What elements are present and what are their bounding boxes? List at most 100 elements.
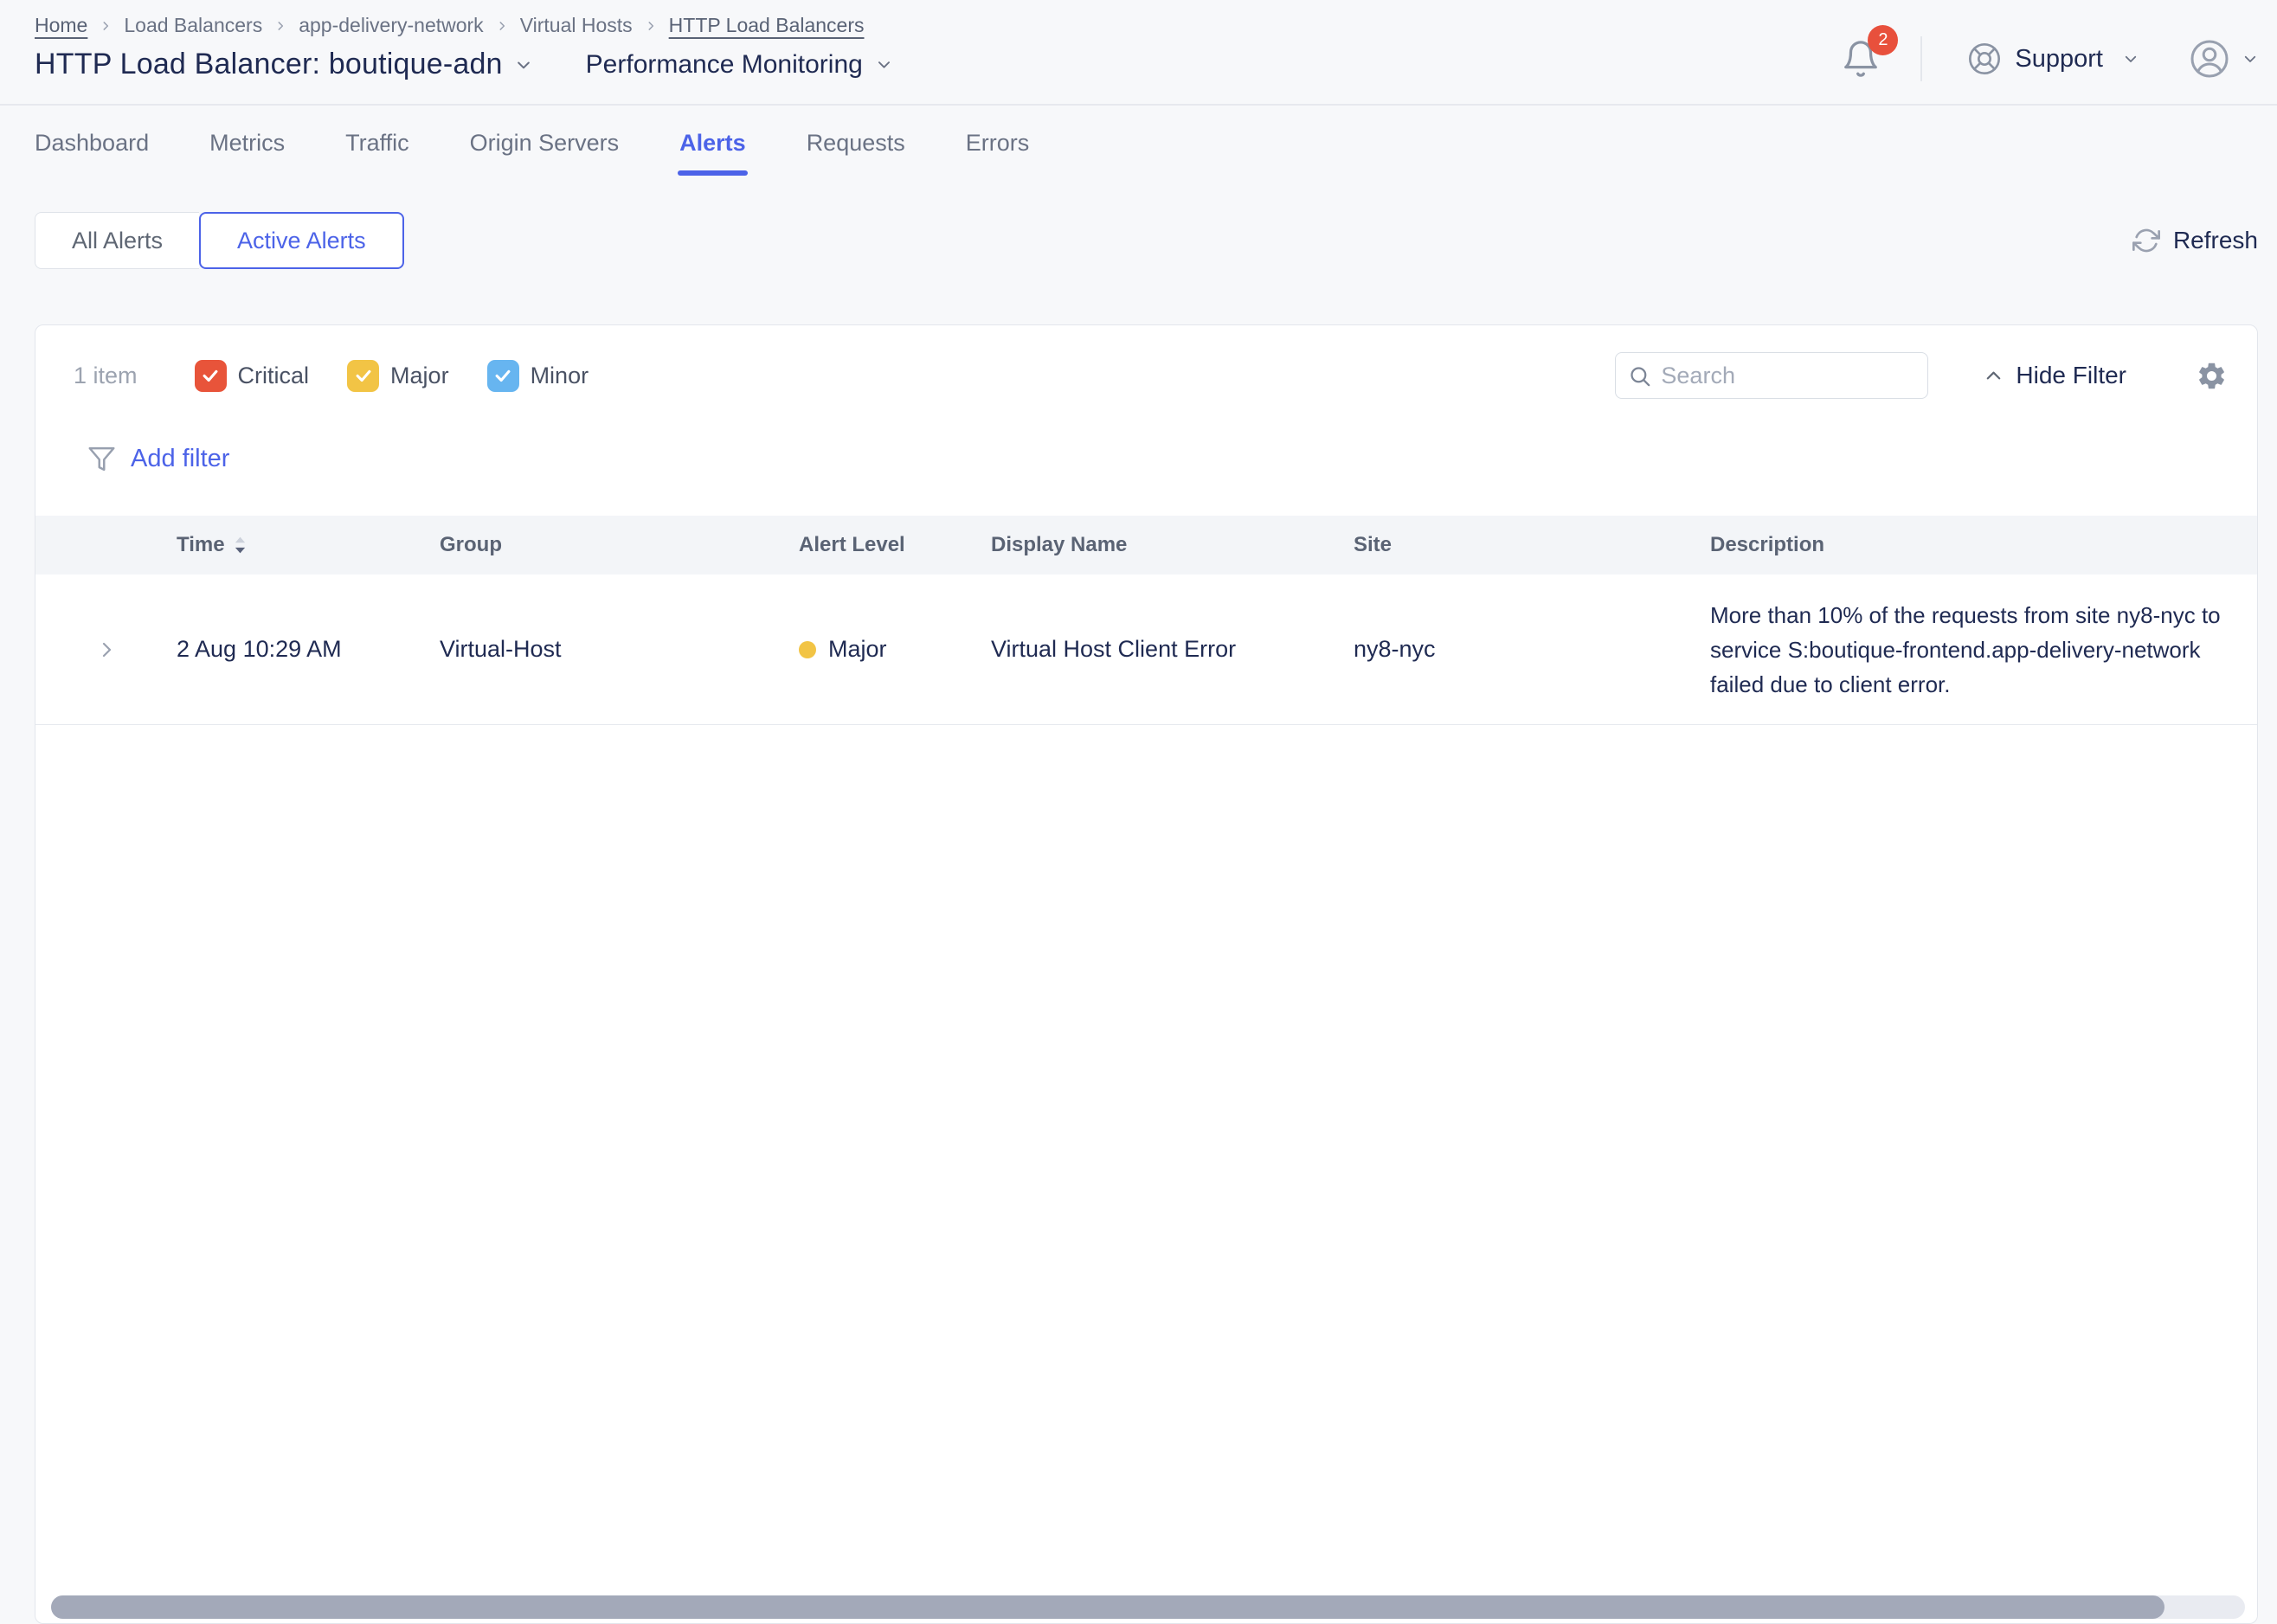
- title-dropdown[interactable]: [515, 56, 532, 74]
- severity-filter-group: Critical Major Minor: [195, 360, 589, 392]
- column-header-time[interactable]: Time: [177, 533, 440, 557]
- add-filter-button[interactable]: Add filter: [131, 445, 229, 473]
- chevron-right-icon: [100, 20, 112, 32]
- checkbox-label: Minor: [531, 363, 589, 389]
- search-wrap: [1615, 352, 1928, 399]
- account-menu[interactable]: [2189, 38, 2258, 80]
- search-input[interactable]: [1615, 352, 1928, 399]
- support-label: Support: [2015, 45, 2103, 74]
- header-left: Home Load Balancers app-delivery-network…: [35, 14, 892, 104]
- horizontal-scrollbar-track[interactable]: [51, 1595, 2245, 1619]
- cell-alert-level: Major: [799, 636, 991, 663]
- breadcrumb-load-balancers[interactable]: Load Balancers: [124, 14, 262, 37]
- chevron-right-icon: [645, 20, 657, 32]
- cell-display-name: Virtual Host Client Error: [991, 636, 1354, 663]
- all-alerts-button[interactable]: All Alerts: [35, 212, 199, 269]
- column-header-display-name: Display Name: [991, 533, 1354, 557]
- tab-label: Metrics: [209, 130, 285, 156]
- table-row: 2 Aug 10:29 AM Virtual-Host Major Virtua…: [35, 574, 2257, 725]
- tab-label: Errors: [966, 130, 1030, 156]
- column-header-group: Group: [440, 533, 799, 557]
- cell-group: Virtual-Host: [440, 636, 799, 663]
- item-count: 1 item: [74, 363, 138, 389]
- sort-triangles-icon: [234, 535, 247, 555]
- header-divider: [1920, 36, 1922, 81]
- page-title: HTTP Load Balancer: boutique-adn: [35, 48, 503, 81]
- tab-alerts[interactable]: Alerts: [679, 130, 746, 176]
- alerts-card: 1 item Critical Major Minor: [35, 324, 2258, 1624]
- breadcrumb-home[interactable]: Home: [35, 14, 87, 37]
- support-menu[interactable]: Support: [1967, 42, 2139, 76]
- user-circle-icon: [2189, 38, 2230, 80]
- check-icon: [201, 366, 220, 385]
- horizontal-scrollbar-thumb[interactable]: [51, 1595, 2164, 1619]
- notifications-button[interactable]: 2: [1841, 39, 1881, 79]
- filter-row: 1 item Critical Major Minor: [35, 325, 2257, 400]
- breadcrumb-http-load-balancers[interactable]: HTTP Load Balancers: [669, 14, 865, 37]
- top-header: Home Load Balancers app-delivery-network…: [0, 0, 2277, 106]
- refresh-button[interactable]: Refresh: [2132, 227, 2258, 254]
- tab-label: Dashboard: [35, 130, 149, 156]
- tab-traffic[interactable]: Traffic: [345, 130, 409, 176]
- tab-dashboard[interactable]: Dashboard: [35, 130, 149, 176]
- column-label: Time: [177, 533, 225, 557]
- major-severity-dot: [799, 641, 816, 658]
- tab-requests[interactable]: Requests: [807, 130, 905, 176]
- chevron-right-icon: [96, 639, 117, 660]
- alert-level-label: Major: [828, 636, 887, 663]
- tab-label: Requests: [807, 130, 905, 156]
- tab-label: Origin Servers: [470, 130, 620, 156]
- table-settings-button[interactable]: [2196, 360, 2228, 392]
- chevron-right-icon: [274, 20, 286, 32]
- chevron-down-icon: [515, 56, 532, 74]
- tab-origin-servers[interactable]: Origin Servers: [470, 130, 620, 176]
- tab-label: Traffic: [345, 130, 409, 156]
- checkbox-label: Major: [390, 363, 449, 389]
- chevron-down-icon: [2242, 51, 2258, 67]
- checkbox-box: [487, 360, 519, 392]
- hide-filter-button[interactable]: Hide Filter: [1984, 362, 2126, 389]
- row-expander[interactable]: [35, 639, 177, 660]
- alerts-toolbar: All Alerts Active Alerts Refresh: [0, 176, 2277, 269]
- cell-site: ny8-nyc: [1354, 636, 1710, 663]
- active-alerts-button[interactable]: Active Alerts: [199, 212, 404, 269]
- alerts-view-toggle: All Alerts Active Alerts: [35, 212, 404, 269]
- view-selector-label: Performance Monitoring: [586, 50, 863, 80]
- checkbox-label: Critical: [238, 363, 310, 389]
- check-icon: [354, 366, 373, 385]
- alerts-table: Time Group Alert Level Display Name Site…: [35, 516, 2257, 725]
- critical-checkbox[interactable]: Critical: [195, 360, 310, 392]
- tab-metrics[interactable]: Metrics: [209, 130, 285, 176]
- tab-errors[interactable]: Errors: [966, 130, 1030, 176]
- major-checkbox[interactable]: Major: [347, 360, 449, 392]
- checkbox-box: [347, 360, 379, 392]
- chevron-down-icon: [2123, 51, 2139, 67]
- refresh-label: Refresh: [2173, 227, 2258, 254]
- view-selector[interactable]: Performance Monitoring: [586, 50, 892, 80]
- column-header-description: Description: [1710, 533, 2231, 557]
- chevron-up-icon: [1984, 366, 2004, 386]
- breadcrumb-namespace[interactable]: app-delivery-network: [299, 14, 483, 37]
- breadcrumb-virtual-hosts[interactable]: Virtual Hosts: [520, 14, 633, 37]
- tab-bar: Dashboard Metrics Traffic Origin Servers…: [0, 106, 2277, 176]
- active-tab-underline: [678, 170, 748, 176]
- circular-arrows-icon: [2132, 227, 2160, 254]
- column-header-site: Site: [1354, 533, 1710, 557]
- chevron-down-icon: [876, 56, 892, 73]
- check-icon: [493, 366, 512, 385]
- minor-checkbox[interactable]: Minor: [487, 360, 589, 392]
- lifebuoy-icon: [1967, 42, 2002, 76]
- chevron-right-icon: [496, 20, 508, 32]
- checkbox-box: [195, 360, 227, 392]
- hide-filter-label: Hide Filter: [2016, 362, 2126, 389]
- cell-time: 2 Aug 10:29 AM: [177, 636, 440, 663]
- column-header-alert-level: Alert Level: [799, 533, 991, 557]
- funnel-icon: [87, 445, 116, 473]
- notification-badge: 2: [1868, 25, 1898, 55]
- table-header: Time Group Alert Level Display Name Site…: [35, 516, 2257, 574]
- add-filter-row: Add filter: [35, 440, 2257, 478]
- magnifier-icon: [1628, 364, 1651, 388]
- tab-label: Alerts: [679, 130, 746, 156]
- breadcrumb: Home Load Balancers app-delivery-network…: [35, 14, 892, 37]
- header-right: 2 Support: [1841, 24, 2258, 93]
